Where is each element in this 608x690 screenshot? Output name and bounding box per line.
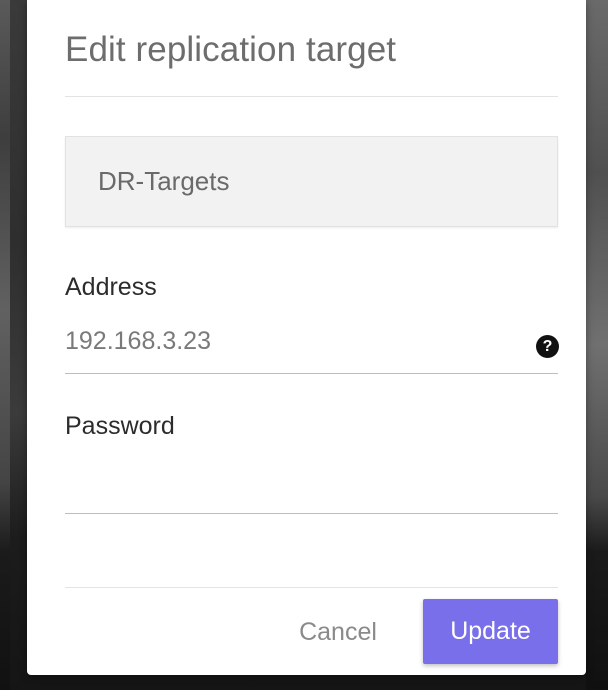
question-circle-icon[interactable]: ? bbox=[536, 335, 559, 358]
address-input[interactable] bbox=[65, 323, 558, 374]
target-group-value: DR-Targets bbox=[98, 166, 230, 196]
actions-divider bbox=[65, 587, 558, 588]
update-button[interactable]: Update bbox=[423, 599, 558, 664]
backdrop-left bbox=[0, 0, 10, 690]
backdrop-right bbox=[586, 0, 608, 690]
edit-replication-target-dialog: Edit replication target DR-Targets Addre… bbox=[27, 0, 586, 675]
password-input[interactable] bbox=[65, 463, 558, 514]
password-label: Password bbox=[65, 412, 175, 440]
address-label: Address bbox=[65, 273, 157, 301]
cancel-button[interactable]: Cancel bbox=[283, 606, 393, 658]
target-group-field[interactable]: DR-Targets bbox=[65, 136, 558, 227]
dialog-title: Edit replication target bbox=[65, 30, 397, 69]
title-divider bbox=[65, 96, 558, 97]
